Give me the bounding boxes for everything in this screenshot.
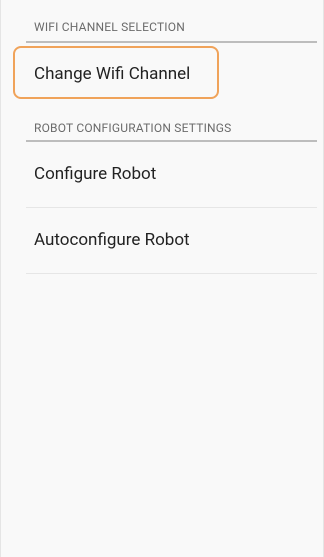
autoconfigure-robot-label: Autoconfigure Robot xyxy=(34,230,190,250)
configure-robot-label: Configure Robot xyxy=(34,164,157,184)
settings-screen: WIFI CHANNEL SELECTION Change Wifi Chann… xyxy=(0,0,324,557)
highlight-box xyxy=(13,46,219,99)
autoconfigure-robot-item[interactable]: Autoconfigure Robot xyxy=(26,208,317,273)
configure-robot-item[interactable]: Configure Robot xyxy=(26,142,317,207)
section-header-robot: ROBOT CONFIGURATION SETTINGS xyxy=(34,121,232,135)
item-divider xyxy=(26,273,317,274)
section-divider-wifi xyxy=(26,41,317,43)
section-header-wifi: WIFI CHANNEL SELECTION xyxy=(34,20,185,34)
